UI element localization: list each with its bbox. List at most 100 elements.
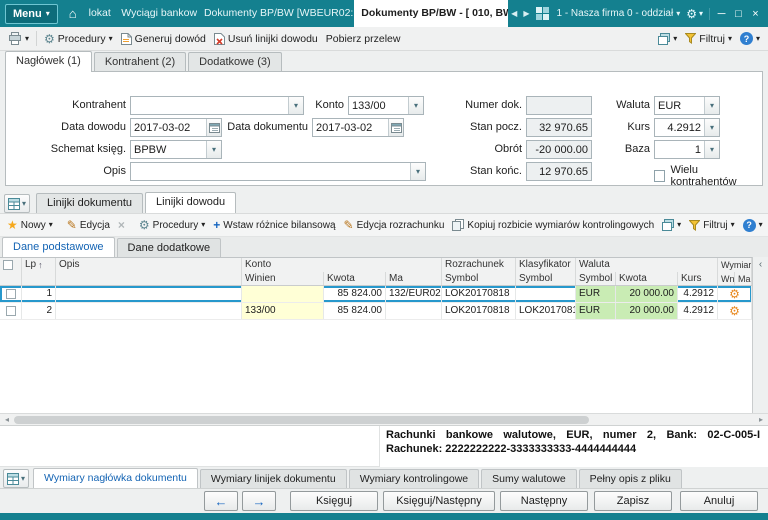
- wstaw-roznice-button[interactable]: + Wstaw różnice bilansową: [209, 216, 339, 234]
- home-icon[interactable]: ⌂: [69, 6, 77, 21]
- horizontal-scrollbar[interactable]: ◂ ▸: [0, 413, 768, 425]
- wymiar-gear-icon[interactable]: ⚙: [729, 288, 740, 300]
- footer-view-button[interactable]: ▾: [3, 469, 29, 488]
- row-checkbox[interactable]: [6, 289, 16, 299]
- scroll-right-icon[interactable]: ▸: [754, 415, 768, 424]
- nastepny-button[interactable]: Następny: [500, 491, 588, 511]
- table-row[interactable]: 2 133/00 85 824.00 LOK20170818 LOK201708…: [0, 303, 752, 320]
- tab-dodatkowe[interactable]: Dodatkowe (3): [188, 52, 282, 72]
- chevron-down-icon[interactable]: ▾: [410, 163, 425, 180]
- procedury-lines-button[interactable]: ⚙ Procedury ▾: [135, 216, 209, 234]
- anuluj-button[interactable]: Anuluj: [680, 491, 758, 511]
- window-tab-wyciagi-bankowe[interactable]: Wyciągi bankowe: [114, 0, 197, 27]
- chevron-down-icon[interactable]: ▾: [704, 97, 719, 114]
- numer-dok-field[interactable]: [526, 96, 592, 115]
- tab-linijki-dokumentu[interactable]: Linijki dokumentu: [36, 193, 143, 213]
- col-klasyfikator-symbol[interactable]: Symbol: [516, 272, 576, 285]
- minimize-button[interactable]: ─: [713, 8, 730, 20]
- col-rozrachunek-symbol[interactable]: Symbol: [442, 272, 516, 285]
- tab-scroll-right-icon[interactable]: ▶: [520, 9, 532, 18]
- col-wymiar-wn[interactable]: Wn: [718, 272, 735, 285]
- colgroup-rozrachunek[interactable]: Rozrachunek: [442, 258, 516, 272]
- edycja-rozrachunku-button[interactable]: ✎ Edycja rozrachunku: [340, 216, 449, 234]
- chevron-down-icon[interactable]: ▾: [704, 141, 719, 158]
- settings-button[interactable]: ⚙ ▾: [683, 7, 706, 21]
- schemat-ksieg-select[interactable]: BPBW ▾: [130, 140, 222, 159]
- usun-linijke-button-disabled[interactable]: ×: [114, 216, 129, 234]
- waluta-select[interactable]: EUR ▾: [654, 96, 720, 115]
- table-row[interactable]: 1 85 824.00 132/EUR02 LOK20170818 EUR 20…: [0, 286, 752, 303]
- col-lp[interactable]: Lp↑: [22, 258, 56, 272]
- scroll-thumb[interactable]: [14, 416, 589, 424]
- pobierz-przelew-button[interactable]: Pobierz przelew: [322, 31, 405, 47]
- back-button[interactable]: ←: [204, 491, 238, 511]
- col-winien[interactable]: Winien: [242, 272, 324, 285]
- col-ma[interactable]: Ma: [386, 272, 442, 285]
- colgroup-klasyfikator[interactable]: Klasyfikator: [516, 258, 576, 272]
- window-switcher-icon[interactable]: [536, 7, 549, 20]
- calendar-icon[interactable]: [206, 119, 221, 136]
- view-options-button[interactable]: ▾: [654, 31, 681, 47]
- colgroup-wymiar[interactable]: Wymiar: [718, 258, 752, 272]
- col-kurs[interactable]: Kurs: [678, 272, 718, 285]
- window-tab-active[interactable]: Dokumenty BP/BW - [ 010, BWEU: [354, 0, 508, 27]
- print-button[interactable]: ▾: [4, 30, 33, 47]
- baza-field[interactable]: 1 ▾: [654, 140, 720, 159]
- tab-dane-podstawowe[interactable]: Dane podstawowe: [2, 237, 115, 257]
- opis-select[interactable]: ▾: [130, 162, 426, 181]
- menu-button[interactable]: Menu ▾: [5, 4, 58, 24]
- col-wymiar-ma[interactable]: Ma: [735, 272, 752, 285]
- chevron-down-icon[interactable]: ▾: [206, 141, 221, 158]
- grid-view-button[interactable]: ▾: [4, 194, 30, 213]
- tab-wymiary-naglowka[interactable]: Wymiary nagłówka dokumentu: [33, 468, 198, 488]
- procedury-button[interactable]: ⚙ Procedury ▾: [40, 30, 117, 48]
- calendar-icon[interactable]: [388, 119, 403, 136]
- opis-notatka-area[interactable]: [0, 426, 380, 467]
- tab-sumy-walutowe[interactable]: Sumy walutowe: [481, 469, 577, 488]
- tab-kontrahent[interactable]: Kontrahent (2): [94, 52, 186, 72]
- colgroup-konto[interactable]: Konto: [242, 258, 442, 272]
- tab-dane-dodatkowe[interactable]: Dane dodatkowe: [117, 238, 222, 257]
- scroll-left-icon[interactable]: ◂: [0, 415, 14, 424]
- generuj-dowod-button[interactable]: Generuj dowód: [117, 31, 210, 47]
- row-checkbox[interactable]: [6, 306, 16, 316]
- ksieguj-nastepny-button[interactable]: Księguj/Następny: [383, 491, 495, 511]
- zapisz-button[interactable]: Zapisz: [594, 491, 672, 511]
- data-dokumentu-field[interactable]: 2017-03-02: [312, 118, 404, 137]
- forward-button[interactable]: →: [242, 491, 276, 511]
- konto-select[interactable]: 133/00 ▾: [348, 96, 424, 115]
- edycja-button[interactable]: ✎ Edycja: [63, 216, 114, 234]
- company-selector[interactable]: 1 - Nasza firma 0 - oddział ▾: [553, 8, 683, 19]
- tab-wymiary-linijek[interactable]: Wymiary linijek dokumentu: [200, 469, 347, 488]
- tab-naglowek[interactable]: Nagłówek (1): [5, 51, 92, 72]
- tab-pelny-opis-z-pliku[interactable]: Pełny opis z pliku: [579, 469, 682, 488]
- tab-scroll-left-icon[interactable]: ◀: [508, 9, 520, 18]
- help-button[interactable]: ? ▾: [736, 30, 764, 47]
- nowy-button[interactable]: ★ Nowy ▾: [3, 216, 57, 234]
- usun-linijki-button[interactable]: Usuń linijki dowodu: [210, 31, 322, 47]
- wymiar-gear-icon[interactable]: ⚙: [729, 305, 740, 317]
- maximize-button[interactable]: □: [730, 8, 747, 20]
- wielu-kontrahentow-checkbox[interactable]: [654, 170, 665, 182]
- chevron-down-icon[interactable]: ▾: [288, 97, 303, 114]
- window-tab-lokat[interactable]: lokat: [82, 0, 115, 27]
- filter-button[interactable]: Filtruj ▾: [681, 31, 736, 47]
- close-button[interactable]: ×: [747, 8, 764, 20]
- kontrahent-select[interactable]: ▾: [130, 96, 304, 115]
- col-waluta-symbol[interactable]: Symbol: [576, 272, 616, 285]
- col-waluta-kwota[interactable]: Kwota: [616, 272, 678, 285]
- ksieguj-button[interactable]: Księguj: [290, 491, 378, 511]
- chevron-down-icon[interactable]: ▾: [704, 119, 719, 136]
- tab-linijki-dowodu[interactable]: Linijki dowodu: [145, 192, 236, 213]
- col-opis[interactable]: Opis: [56, 258, 242, 272]
- data-dowodu-field[interactable]: 2017-03-02: [130, 118, 222, 137]
- kopiuj-rozbicie-button[interactable]: Kopiuj rozbicie wymiarów kontrolingowych: [448, 217, 658, 233]
- col-kwota[interactable]: Kwota: [324, 272, 386, 285]
- chevron-down-icon[interactable]: ▾: [408, 97, 423, 114]
- grid-collapse-strip[interactable]: ‹: [752, 257, 768, 413]
- lines-filter-button[interactable]: Filtruj ▾: [685, 218, 738, 233]
- colgroup-waluta[interactable]: Waluta: [576, 258, 718, 272]
- lines-view-options-button[interactable]: ▾: [658, 217, 685, 233]
- tab-wymiary-kontrolingowe[interactable]: Wymiary kontrolingowe: [349, 469, 479, 488]
- header-checkbox[interactable]: [3, 260, 13, 270]
